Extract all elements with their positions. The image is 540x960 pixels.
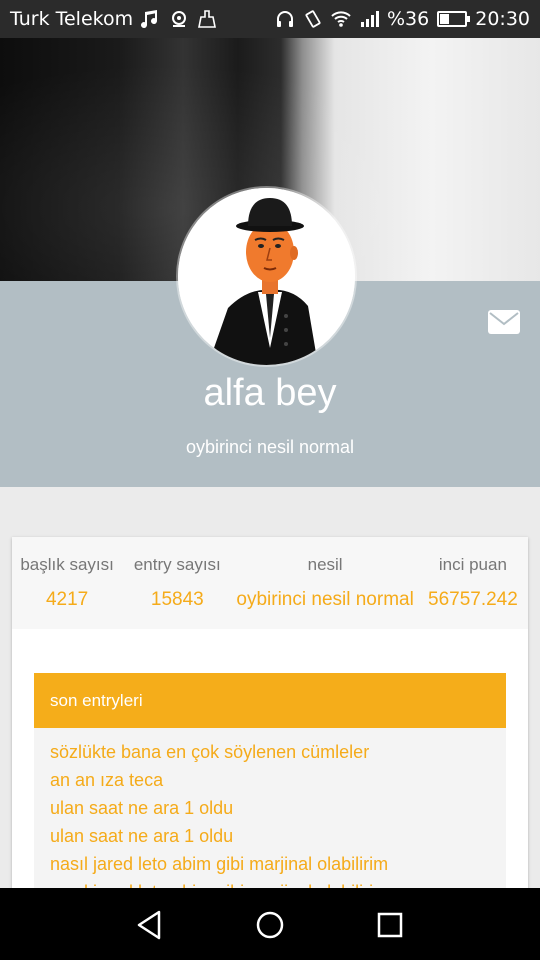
stat-entry-count[interactable]: entry sayısı 15843 bbox=[122, 537, 232, 629]
stat-inci-points[interactable]: inci puan 56757.242 bbox=[418, 537, 528, 629]
entry-link[interactable]: sözlükte bana en çok söylenen cümleler bbox=[34, 738, 506, 766]
status-bar: Turk Telekom %36 20:30 bbox=[0, 0, 540, 38]
stat-value: 4217 bbox=[45, 589, 89, 610]
stat-label: başlık sayısı bbox=[20, 555, 114, 574]
clock: 20:30 bbox=[475, 8, 530, 30]
stat-label: inci puan bbox=[438, 555, 507, 574]
entry-link[interactable]: ulan saat ne ara 1 oldu bbox=[34, 822, 506, 850]
stat-value: oybirinci nesil normal bbox=[236, 589, 414, 610]
recent-entries-title: son entryleri bbox=[34, 673, 506, 728]
mail-envelope-flap bbox=[489, 312, 519, 326]
back-triangle-icon[interactable] bbox=[133, 908, 167, 942]
wifi-icon bbox=[331, 11, 351, 27]
stat-label: nesil bbox=[307, 555, 343, 574]
stat-value: 56757.242 bbox=[428, 589, 518, 610]
battery-fill bbox=[440, 14, 450, 24]
stat-generation[interactable]: nesil oybirinci nesil normal bbox=[232, 537, 417, 629]
status-left: Turk Telekom bbox=[10, 8, 217, 30]
battery-percent: %36 bbox=[387, 8, 430, 30]
mail-icon[interactable] bbox=[488, 310, 520, 334]
avatar-illustration bbox=[178, 188, 355, 365]
signal-icon bbox=[361, 11, 379, 27]
home-circle-icon[interactable] bbox=[253, 908, 287, 942]
user-rank: oybirinci nesil normal bbox=[185, 437, 355, 457]
stat-label: entry sayısı bbox=[133, 555, 221, 574]
battery-icon bbox=[437, 11, 471, 27]
avatar[interactable] bbox=[178, 188, 355, 365]
stat-value: 15843 bbox=[150, 589, 204, 610]
stat-topic-count[interactable]: başlık sayısı 4217 bbox=[12, 537, 122, 629]
entry-link[interactable]: nasıl jared leto abim gibi marjinal olab… bbox=[34, 850, 506, 878]
stats-row: başlık sayısı 4217 entry sayısı 15843 ne… bbox=[12, 537, 528, 629]
music-note-icon bbox=[141, 10, 158, 29]
entry-link[interactable]: an an ıza teca bbox=[34, 766, 506, 794]
recent-entries: son entryleri sözlükte bana en çok söyle… bbox=[34, 673, 506, 898]
carrier-name: Turk Telekom bbox=[10, 8, 134, 30]
cleaner-icon bbox=[198, 10, 217, 28]
recents-square-icon[interactable] bbox=[373, 908, 407, 942]
vibrate-icon bbox=[305, 10, 321, 28]
profile-card: başlık sayısı 4217 entry sayısı 15843 ne… bbox=[12, 537, 528, 898]
status-right: %36 20:30 bbox=[275, 8, 530, 30]
username: alfa bey bbox=[203, 372, 337, 414]
navigation-bar bbox=[0, 888, 540, 960]
entries-list: sözlükte bana en çok söylenen cümleler a… bbox=[34, 728, 506, 898]
entry-link[interactable]: ulan saat ne ara 1 oldu bbox=[34, 794, 506, 822]
headphones-icon bbox=[277, 11, 293, 27]
radio-icon bbox=[172, 11, 187, 27]
